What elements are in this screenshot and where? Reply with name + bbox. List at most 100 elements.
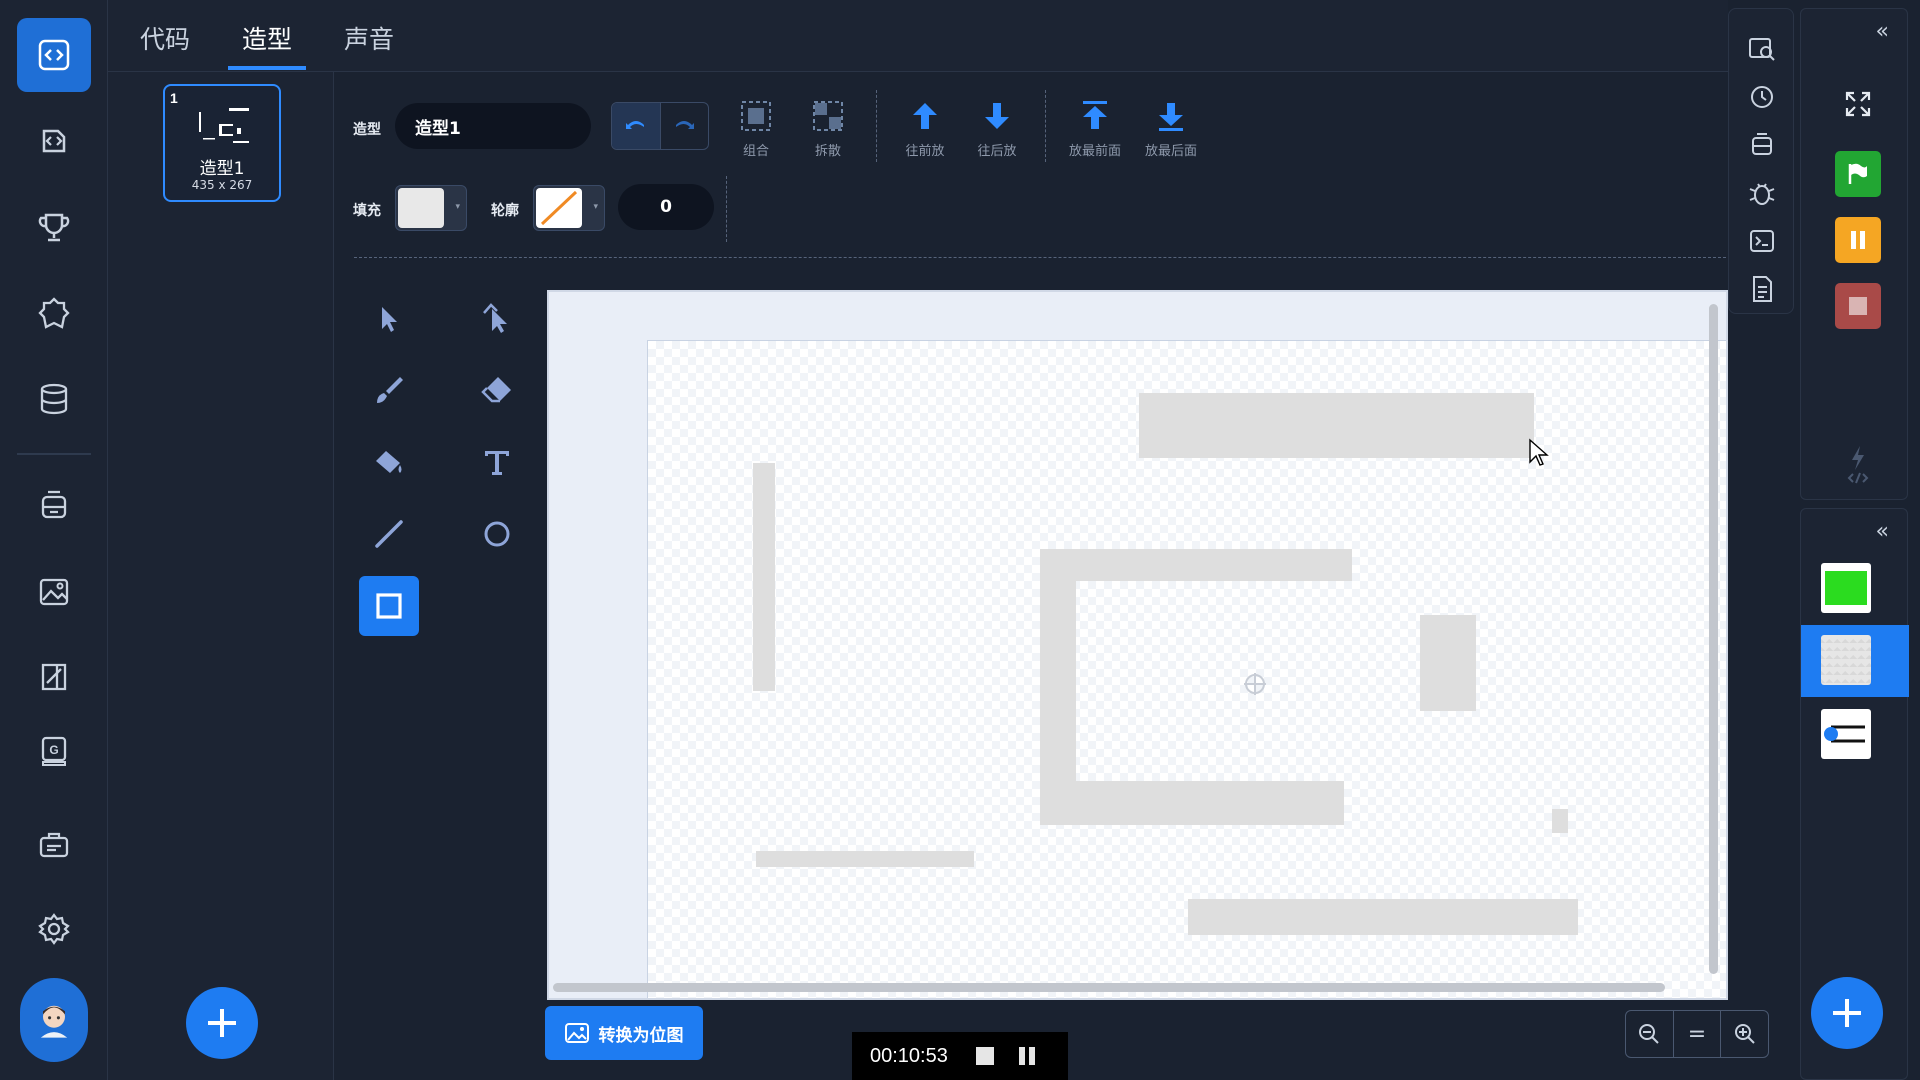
tab-sounds[interactable]: 声音 bbox=[344, 20, 394, 56]
reshape-icon bbox=[483, 303, 507, 333]
ungroup-button[interactable]: 拆散 bbox=[788, 98, 868, 168]
brush-tool[interactable] bbox=[359, 360, 419, 420]
backward-button[interactable]: 往后放 bbox=[957, 98, 1037, 168]
fullscreen-button[interactable] bbox=[1835, 81, 1881, 127]
costume-list: 1 造型1 435 x 267 bbox=[108, 72, 334, 1080]
costume-index: 1 bbox=[170, 90, 178, 106]
green-flag-button[interactable] bbox=[1835, 151, 1881, 197]
database-icon bbox=[40, 383, 68, 415]
brush-icon bbox=[377, 377, 403, 403]
undo-redo-group bbox=[611, 102, 709, 150]
document-button[interactable] bbox=[1744, 271, 1780, 307]
outline-color-picker[interactable]: ▾ bbox=[533, 185, 605, 231]
pause-record-icon[interactable] bbox=[1016, 1045, 1038, 1067]
nav-image[interactable] bbox=[17, 554, 91, 628]
image-icon bbox=[564, 1023, 589, 1043]
nav-book-edit[interactable] bbox=[17, 640, 91, 714]
outline-color-swatch bbox=[536, 188, 582, 228]
paint-editor: 造型 造型1 组合 拆散 往前放 往后放 放最前面 放最后面 填充 ▾ 轮廓 ▾… bbox=[334, 72, 1769, 1080]
zoom-reset-button[interactable]: = bbox=[1674, 1011, 1722, 1057]
costume-name-input[interactable]: 造型1 bbox=[395, 103, 591, 149]
paint-bucket-icon bbox=[376, 451, 402, 473]
find-button[interactable] bbox=[1744, 31, 1780, 67]
collapse-icon[interactable]: « bbox=[1876, 19, 1889, 44]
arrow-cursor-icon bbox=[382, 307, 397, 332]
text-tool[interactable] bbox=[467, 432, 527, 492]
plus-icon bbox=[1833, 999, 1861, 1027]
tab-code[interactable]: 代码 bbox=[140, 20, 190, 56]
rect-shape[interactable] bbox=[1040, 781, 1344, 825]
bring-to-front-button[interactable]: 放最前面 bbox=[1055, 98, 1135, 168]
costume-thumbnail[interactable]: 1 造型1 435 x 267 bbox=[163, 84, 281, 202]
rect-shape[interactable] bbox=[1188, 899, 1578, 935]
circle-tool[interactable] bbox=[467, 504, 527, 564]
outline-width-input[interactable]: 0 bbox=[618, 184, 714, 230]
sprite-thumbnail[interactable] bbox=[1821, 709, 1871, 759]
stop-button[interactable] bbox=[1835, 283, 1881, 329]
redo-button[interactable] bbox=[661, 103, 709, 149]
forward-button[interactable]: 往前放 bbox=[885, 98, 965, 168]
nav-import[interactable] bbox=[17, 104, 91, 178]
history-button[interactable] bbox=[1744, 79, 1780, 115]
convert-to-bitmap-button[interactable]: 转换为位图 bbox=[545, 1006, 703, 1060]
user-avatar-icon[interactable] bbox=[20, 978, 88, 1062]
select-tool[interactable] bbox=[359, 288, 419, 348]
front-label: 放最前面 bbox=[1068, 144, 1121, 159]
tab-costumes[interactable]: 造型 bbox=[242, 20, 292, 56]
nav-settings[interactable] bbox=[17, 892, 91, 966]
undo-button[interactable] bbox=[612, 103, 661, 149]
terminal-button[interactable] bbox=[1744, 223, 1780, 259]
import-icon bbox=[42, 129, 66, 153]
paint-canvas[interactable] bbox=[547, 290, 1728, 1000]
nav-badge[interactable] bbox=[17, 276, 91, 350]
rect-shape[interactable] bbox=[1040, 549, 1076, 817]
turbo-mode-button[interactable] bbox=[1835, 441, 1881, 487]
nav-robot[interactable] bbox=[17, 468, 91, 542]
find-icon bbox=[1749, 38, 1775, 61]
eraser-icon bbox=[481, 377, 511, 403]
ungroup-label: 拆散 bbox=[814, 144, 841, 159]
reshape-tool[interactable] bbox=[467, 288, 527, 348]
zoom-out-icon bbox=[1639, 1024, 1660, 1044]
vertical-scrollbar[interactable] bbox=[1709, 304, 1718, 974]
rect-shape[interactable] bbox=[1420, 615, 1476, 711]
add-sprite-button[interactable] bbox=[1811, 977, 1883, 1049]
nav-code-editor[interactable] bbox=[17, 18, 91, 92]
fill-tool[interactable] bbox=[359, 432, 419, 492]
collapse-icon[interactable]: « bbox=[1876, 519, 1889, 544]
fill-color-picker[interactable]: ▾ bbox=[395, 185, 467, 231]
rect-shape[interactable] bbox=[1552, 809, 1568, 833]
sprite-thumbnail-selected[interactable] bbox=[1821, 635, 1871, 685]
add-costume-button[interactable] bbox=[186, 987, 258, 1059]
zoom-in-button[interactable] bbox=[1721, 1011, 1768, 1057]
send-to-back-button[interactable]: 放最后面 bbox=[1131, 98, 1211, 168]
canvas-drawing-area[interactable] bbox=[647, 340, 1726, 998]
debug-button[interactable] bbox=[1744, 175, 1780, 211]
fill-color-swatch bbox=[398, 188, 444, 228]
sprite-thumbnail[interactable] bbox=[1821, 563, 1871, 613]
robot-button[interactable] bbox=[1744, 127, 1780, 163]
rect-shape[interactable] bbox=[1040, 549, 1352, 581]
rect-shape[interactable] bbox=[756, 851, 974, 867]
nav-trophy[interactable] bbox=[17, 190, 91, 264]
line-tool[interactable] bbox=[359, 504, 419, 564]
horizontal-scrollbar[interactable] bbox=[553, 983, 1665, 992]
pause-button[interactable] bbox=[1835, 217, 1881, 263]
line-icon bbox=[375, 520, 403, 548]
nav-g-book[interactable]: G bbox=[17, 714, 91, 788]
rectangle-icon bbox=[376, 593, 402, 619]
rectangle-tool[interactable] bbox=[359, 576, 419, 636]
rect-shape[interactable] bbox=[753, 463, 775, 691]
document-icon bbox=[1753, 276, 1772, 302]
stop-record-icon[interactable] bbox=[974, 1045, 996, 1067]
run-controls-panel: « bbox=[1800, 8, 1908, 500]
g-book-icon: G bbox=[41, 736, 67, 766]
group-button[interactable]: 组合 bbox=[716, 98, 796, 168]
eraser-tool[interactable] bbox=[467, 360, 527, 420]
lightning-code-icon bbox=[1847, 446, 1869, 484]
backward-label: 往后放 bbox=[977, 144, 1017, 159]
nav-briefcase[interactable] bbox=[17, 808, 91, 882]
zoom-out-button[interactable] bbox=[1626, 1011, 1674, 1057]
rect-shape[interactable] bbox=[1139, 393, 1534, 458]
nav-database[interactable] bbox=[17, 362, 91, 436]
